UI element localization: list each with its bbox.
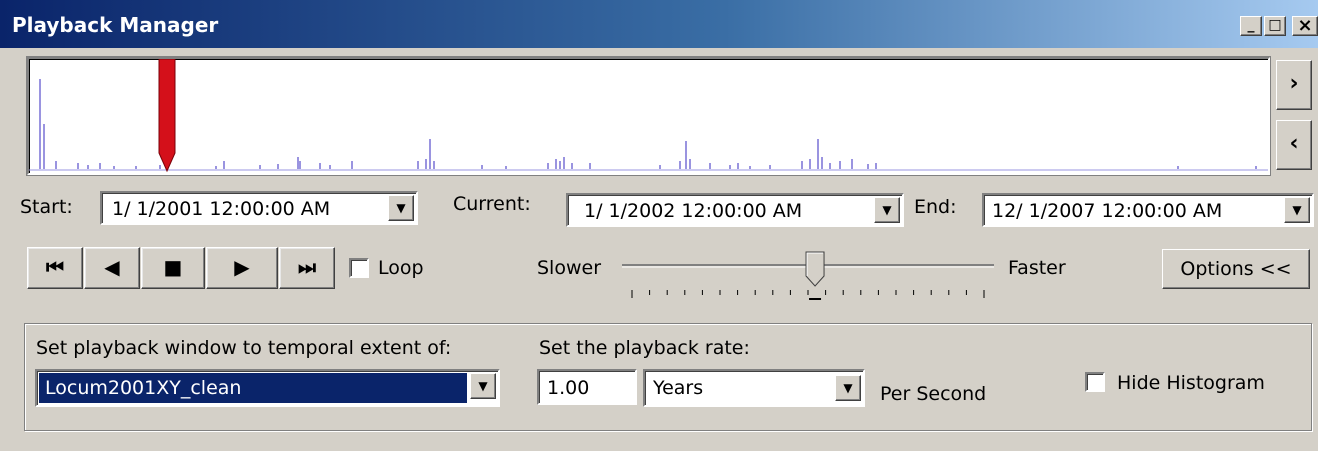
histogram-bar xyxy=(559,161,561,169)
close-button[interactable]: × xyxy=(1292,16,1318,36)
histogram-bar xyxy=(679,161,681,169)
histogram-bar xyxy=(851,159,853,169)
current-time-value: 1/ 1/2002 12:00:00 AM xyxy=(584,200,803,222)
histogram-bar xyxy=(505,166,507,169)
rate-value: 1.00 xyxy=(547,377,590,399)
histogram-bar xyxy=(329,165,331,169)
first-frame-button[interactable]: ⏮ xyxy=(27,247,83,289)
start-label: Start: xyxy=(20,196,73,218)
histogram-bar xyxy=(839,161,841,169)
histogram-bar xyxy=(135,166,137,169)
histogram-bar xyxy=(113,166,115,169)
histogram-bar xyxy=(159,165,161,169)
hide-histogram-checkbox[interactable] xyxy=(1085,372,1105,392)
histogram-bar xyxy=(425,159,427,169)
chevron-down-icon[interactable]: ▼ xyxy=(1284,197,1310,223)
chevron-down-icon[interactable]: ▼ xyxy=(835,375,861,401)
histogram-bar xyxy=(589,163,591,169)
histogram-bar xyxy=(769,165,771,169)
histogram-bar xyxy=(817,139,819,169)
histogram-bar xyxy=(875,163,877,169)
slider-thumb-shape xyxy=(805,251,825,287)
previous-frame-button[interactable]: ◀ xyxy=(84,247,140,289)
histogram-bar xyxy=(867,164,869,169)
histogram-bar xyxy=(299,161,301,169)
histogram-bar xyxy=(43,124,45,169)
extent-label: Set playback window to temporal extent o… xyxy=(36,337,452,359)
options-toggle-button[interactable]: Options << xyxy=(1162,249,1310,289)
chevron-down-icon[interactable]: ▼ xyxy=(388,195,414,221)
histogram-bar xyxy=(259,165,261,169)
histogram-bar xyxy=(555,159,557,169)
histogram-bar xyxy=(87,165,89,169)
rate-label: Set the playback rate: xyxy=(539,337,750,359)
histogram-bar xyxy=(659,165,661,169)
histogram-bar xyxy=(1255,166,1257,169)
histogram-bar xyxy=(709,163,711,169)
histogram-bar xyxy=(749,166,751,169)
time-histogram[interactable] xyxy=(27,57,1270,175)
rate-unit-value: Years xyxy=(653,377,704,399)
histogram-bar xyxy=(297,157,299,169)
histogram-bar xyxy=(737,163,739,169)
per-second-label: Per Second xyxy=(880,383,987,405)
histogram-bar xyxy=(429,139,431,169)
histogram-chart xyxy=(29,59,1268,173)
end-label: End: xyxy=(914,196,957,218)
hide-histogram-label: Hide Histogram xyxy=(1117,372,1265,394)
rate-input[interactable]: 1.00 xyxy=(537,369,637,405)
histogram-bar xyxy=(685,141,687,169)
histogram-bar xyxy=(77,163,79,169)
histogram-bar xyxy=(481,165,483,169)
histogram-bar xyxy=(547,163,549,169)
histogram-bar xyxy=(809,159,811,169)
chevron-down-icon[interactable]: ▼ xyxy=(470,373,496,399)
minimize-button[interactable]: _ xyxy=(1240,16,1262,36)
loop-label: Loop xyxy=(378,257,424,279)
maximize-button[interactable]: □ xyxy=(1264,16,1286,36)
histogram-bar xyxy=(55,161,57,169)
end-time-value: 12/ 1/2007 12:00:00 AM xyxy=(992,200,1223,222)
histogram-bar xyxy=(1177,166,1179,169)
histogram-bar xyxy=(277,164,279,169)
speed-slider[interactable] xyxy=(618,250,998,304)
histogram-bar xyxy=(829,163,831,169)
histogram-bar xyxy=(215,166,217,169)
scroll-forward-button[interactable]: › xyxy=(1276,60,1312,110)
slider-thumb[interactable] xyxy=(805,251,825,300)
stop-button[interactable]: ■ xyxy=(141,247,205,289)
histogram-bar xyxy=(571,163,573,169)
histogram-bar xyxy=(821,157,823,169)
histogram-bar xyxy=(417,161,419,169)
slider-ticks xyxy=(631,290,985,298)
histogram-bar xyxy=(801,161,803,169)
end-time-select[interactable]: 12/ 1/2007 12:00:00 AM ▼ xyxy=(982,193,1314,227)
current-time-marker xyxy=(158,59,176,173)
histogram-bar xyxy=(99,163,101,169)
extent-layer-value: Locum2001XY_clean xyxy=(38,372,468,404)
rate-unit-select[interactable]: Years ▼ xyxy=(643,369,865,407)
play-button[interactable]: ▶ xyxy=(206,247,278,289)
histogram-bar xyxy=(689,159,691,169)
chevron-down-icon[interactable]: ▼ xyxy=(874,197,900,223)
histogram-bar xyxy=(223,161,225,169)
loop-checkbox[interactable] xyxy=(349,258,369,278)
histogram-bar xyxy=(351,161,353,169)
current-label: Current: xyxy=(453,193,531,215)
histogram-bar xyxy=(729,165,731,169)
extent-layer-select[interactable]: Locum2001XY_clean ▼ xyxy=(35,369,500,407)
start-time-select[interactable]: 1/ 1/2001 12:00:00 AM ▼ xyxy=(100,191,418,225)
histogram-bar xyxy=(319,163,321,169)
current-time-select[interactable]: 1/ 1/2002 12:00:00 AM ▼ xyxy=(566,193,904,227)
last-frame-button[interactable]: ⏭ xyxy=(279,247,335,289)
histogram-bar xyxy=(433,161,435,169)
window-title: Playback Manager xyxy=(12,13,219,37)
title-bar[interactable]: Playback Manager _ □ × xyxy=(0,0,1318,50)
scroll-back-button[interactable]: ‹ xyxy=(1276,120,1312,170)
start-time-value: 1/ 1/2001 12:00:00 AM xyxy=(112,198,331,220)
histogram-bar xyxy=(39,79,41,169)
slower-label: Slower xyxy=(537,257,602,279)
histogram-bar xyxy=(563,157,565,169)
faster-label: Faster xyxy=(1008,257,1066,279)
